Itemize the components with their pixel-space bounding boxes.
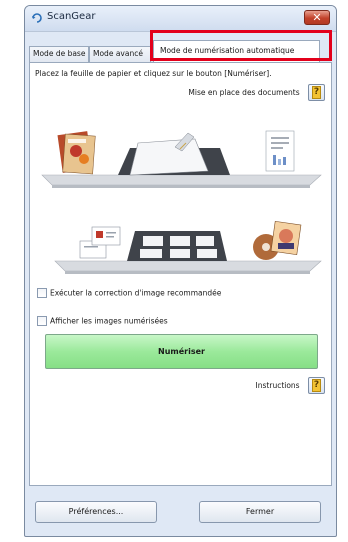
help-icon: ? <box>312 379 321 392</box>
tab-advanced-mode[interactable]: Mode avancé <box>89 46 151 62</box>
close-button[interactable]: Fermer <box>199 501 321 523</box>
cards-icon <box>79 226 121 259</box>
title-bar: ScanGear ✕ <box>25 6 336 32</box>
document-placement-help-button[interactable]: ? <box>308 84 325 101</box>
show-scanned-images-checkbox[interactable] <box>37 316 47 326</box>
recommended-correction-row: Exécuter la correction d'image recommand… <box>37 288 221 298</box>
recommended-correction-label: Exécuter la correction d'image recommand… <box>50 288 222 298</box>
scan-illustration-bottom <box>54 220 322 274</box>
scangear-window: ScanGear ✕ Mode de base Mode avancé Mode… <box>24 5 337 537</box>
window-title: ScanGear <box>47 11 96 22</box>
scan-illustration-top <box>41 130 322 188</box>
instructions-label: Instructions <box>255 381 300 390</box>
instruction-text: Placez la feuille de papier et cliquez s… <box>35 69 272 78</box>
help-icon: ? <box>312 86 321 99</box>
show-scanned-images-label: Afficher les images numérisées <box>50 316 168 326</box>
highlight-frame <box>150 30 332 61</box>
preferences-button[interactable]: Préférences... <box>35 501 157 523</box>
disc-photo-icon <box>253 220 302 260</box>
tab-basic-mode[interactable]: Mode de base <box>29 46 89 62</box>
document-placement-label: Mise en place des documents <box>188 88 300 97</box>
recommended-correction-checkbox[interactable] <box>37 288 47 298</box>
scan-button[interactable]: Numériser <box>45 334 318 369</box>
scanner-platen-icon-multi <box>127 231 227 261</box>
close-window-button[interactable]: ✕ <box>304 10 330 25</box>
document-placement-row: Mise en place des documents ? <box>188 84 325 101</box>
instructions-row: Instructions ? <box>256 377 325 394</box>
document-icon <box>265 130 295 172</box>
scanner-platen-icon <box>118 132 230 176</box>
scangear-icon <box>32 13 42 23</box>
instructions-help-button[interactable]: ? <box>308 377 325 394</box>
photo-stack-icon <box>57 131 96 175</box>
show-scanned-images-row: Afficher les images numérisées <box>37 316 168 326</box>
auto-scan-panel: Placez la feuille de papier et cliquez s… <box>29 62 332 486</box>
